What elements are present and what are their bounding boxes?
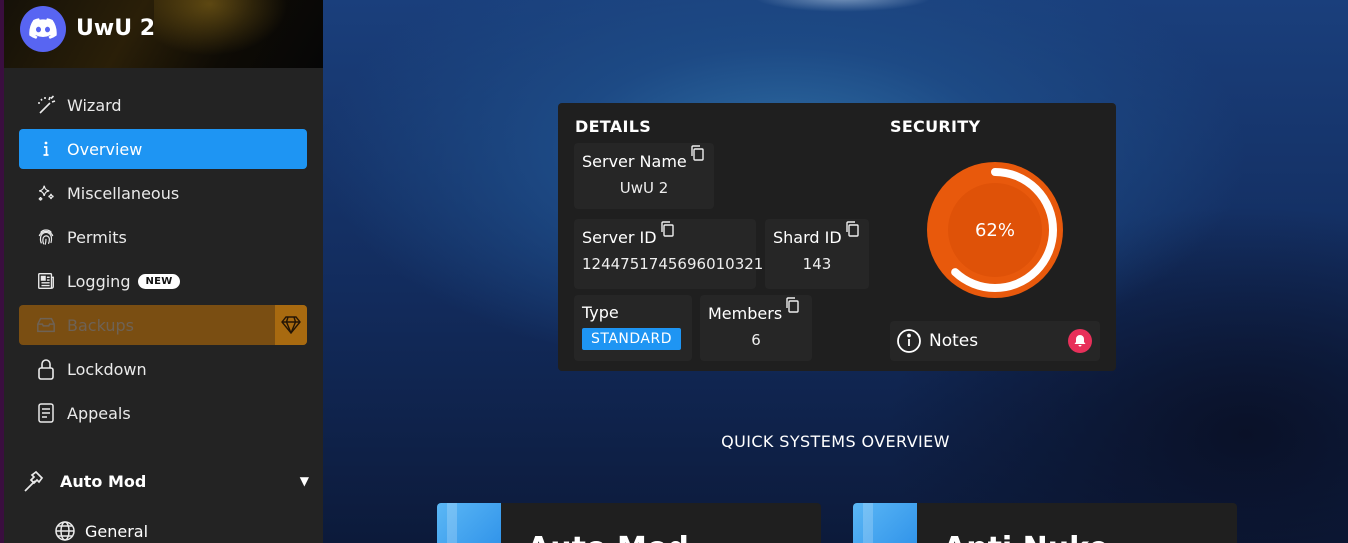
archive-box-icon (36, 315, 56, 335)
sidebar-item-overview[interactable]: Overview (19, 129, 307, 169)
globe-icon (54, 520, 76, 542)
hammer-icon (22, 470, 44, 492)
system-card-automod[interactable]: Auto Mod (437, 503, 821, 543)
server-id-label: Server ID (582, 228, 657, 247)
group-label: Auto Mod (60, 471, 147, 491)
system-card-title: Anti Nuke (943, 531, 1109, 543)
background-glow (753, 0, 933, 12)
sidebar-item-label: Miscellaneous (67, 183, 180, 203)
server-id-tile: Server ID 1244751745696010321 (574, 219, 764, 289)
sidebar-item-wizard[interactable]: Wizard (19, 85, 307, 125)
server-name-label: Server Name (582, 152, 687, 171)
system-card-thumbnail (437, 503, 501, 543)
new-badge: NEW (138, 273, 180, 289)
sidebar-group-automod[interactable]: Auto Mod ▼ (19, 463, 309, 499)
copy-icon[interactable] (690, 145, 704, 165)
sidebar-item-label: Permits (67, 227, 127, 247)
copy-icon[interactable] (845, 221, 859, 241)
server-name-value: UwU 2 (619, 179, 669, 197)
sidebar-item-label: Backups (67, 315, 134, 335)
sidebar-item-appeals[interactable]: Appeals (19, 393, 307, 433)
info-circle-icon (896, 328, 922, 354)
type-tile: Type STANDARD (574, 295, 692, 361)
server-title: UwU 2 (76, 16, 156, 41)
newspaper-icon (36, 271, 56, 291)
system-card-title: Auto Mod (527, 531, 689, 543)
main-content: DETAILS SECURITY Server Name UwU 2 Serve… (323, 0, 1348, 543)
sidebar-item-permits[interactable]: Permits (19, 217, 307, 257)
sidebar-item-label: Overview (67, 139, 143, 159)
security-heading: SECURITY (890, 117, 981, 136)
lock-icon (36, 359, 56, 380)
caret-down-icon: ▼ (299, 474, 309, 488)
server-id-value: 1244751745696010321 (582, 255, 764, 273)
details-card: DETAILS SECURITY Server Name UwU 2 Serve… (558, 103, 1116, 371)
shard-id-tile: Shard ID 143 (765, 219, 869, 289)
sidebar-nav: Wizard Overview Miscellaneous Permits Lo… (19, 85, 307, 437)
type-badge: STANDARD (582, 328, 682, 350)
members-value: 6 (751, 331, 761, 349)
copy-icon[interactable] (785, 297, 799, 317)
members-tile: Members 6 (700, 295, 812, 361)
sidebar-item-backups[interactable]: Backups (19, 305, 307, 345)
discord-logo-icon (20, 6, 66, 52)
sidebar-item-lockdown[interactable]: Lockdown (19, 349, 307, 389)
type-label: Type (582, 303, 619, 322)
shard-id-label: Shard ID (773, 228, 842, 247)
alert-bell-icon[interactable] (1068, 329, 1092, 353)
sidebar-item-label: Lockdown (67, 359, 147, 379)
document-icon (36, 403, 56, 423)
shard-id-value: 143 (802, 255, 832, 273)
sidebar-item-logging[interactable]: Logging NEW (19, 261, 307, 301)
sidebar-item-label: Logging (67, 271, 131, 291)
fingerprint-icon (36, 227, 56, 247)
server-name-tile: Server Name UwU 2 (574, 143, 714, 209)
details-heading: DETAILS (575, 117, 652, 136)
members-label: Members (708, 304, 783, 323)
magic-wand-icon (36, 95, 56, 115)
subitem-label: General (85, 521, 149, 541)
sidebar-item-label: Wizard (67, 95, 122, 115)
sidebar-subitem-general[interactable]: General (54, 520, 148, 542)
system-card-antinuke[interactable]: Anti Nuke (853, 503, 1237, 543)
notes-button[interactable]: Notes (890, 321, 1100, 361)
server-header: UwU 2 (4, 0, 323, 68)
sidebar-item-miscellaneous[interactable]: Miscellaneous (19, 173, 307, 213)
sidebar-item-label: Appeals (67, 403, 131, 423)
copy-icon[interactable] (660, 221, 674, 241)
diamond-premium-icon (275, 305, 307, 345)
notes-label: Notes (929, 331, 979, 351)
sidebar: UwU 2 Wizard Overview Miscellaneous Perm… (0, 0, 323, 543)
sparkles-icon (36, 183, 56, 203)
quick-systems-title: QUICK SYSTEMS OVERVIEW (721, 432, 950, 451)
info-icon (36, 139, 56, 159)
security-score: 62% (974, 219, 1015, 241)
system-card-thumbnail (853, 503, 917, 543)
